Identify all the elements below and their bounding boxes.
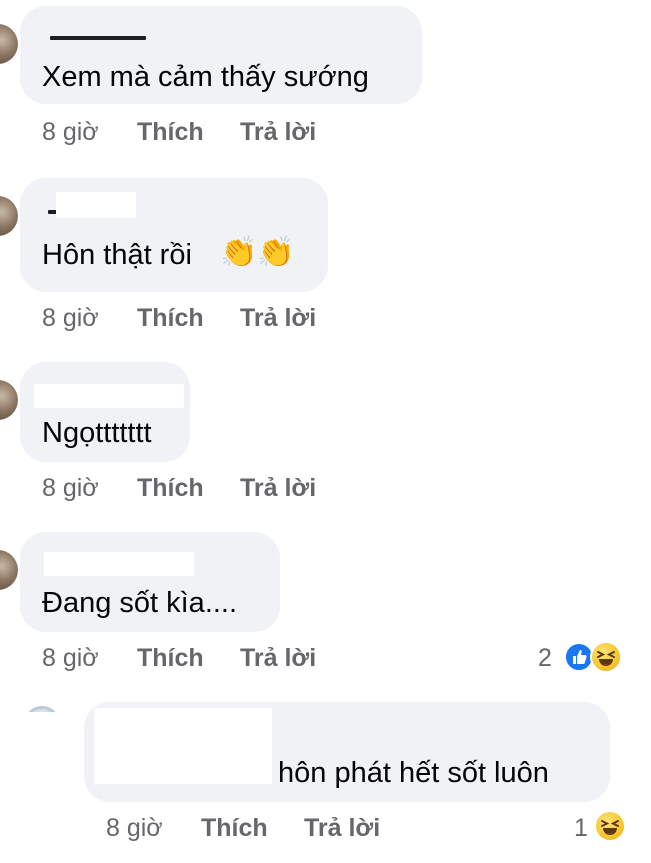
comment-text: Ngọttttttt: [42, 417, 152, 449]
comment-bubble: Xem mà cảm thấy sướng: [20, 6, 422, 104]
haha-icon: [594, 810, 626, 842]
clapping-hands-icon: 👏👏: [220, 236, 295, 269]
name-redaction: [56, 192, 136, 218]
comment-time[interactable]: 8 giờ: [42, 473, 99, 503]
comment-bubble: Hôn thật rồi 👏👏: [20, 178, 328, 292]
like-button[interactable]: Thích: [201, 813, 268, 843]
comment-time[interactable]: 8 giờ: [42, 117, 99, 147]
reply-button[interactable]: Trả lời: [240, 643, 316, 673]
like-button[interactable]: Thích: [137, 303, 204, 333]
reply-button[interactable]: Trả lời: [240, 473, 316, 503]
reaction-count: 1: [574, 814, 588, 842]
comment-text: Xem mà cảm thấy sướng: [42, 61, 369, 93]
comment-time[interactable]: 8 giờ: [42, 303, 99, 333]
comment-bubble: hôn phát hết sốt luôn: [84, 702, 610, 802]
like-button[interactable]: Thích: [137, 643, 204, 673]
like-button[interactable]: Thích: [137, 473, 204, 503]
avatar[interactable]: [0, 196, 18, 236]
name-redaction: [50, 12, 160, 36]
comment-bubble: Đang sốt kìa....: [20, 532, 280, 632]
avatar[interactable]: [0, 550, 18, 590]
reaction-count: 2: [538, 644, 552, 672]
comment-bubble: Ngọttttttt: [20, 362, 190, 462]
comment-text: Hôn thật rồi: [42, 239, 192, 271]
like-button[interactable]: Thích: [137, 117, 204, 147]
commenter-name-redacted: [50, 36, 146, 40]
avatar[interactable]: [0, 24, 18, 64]
reply-button[interactable]: Trả lời: [240, 303, 316, 333]
name-redaction: [94, 708, 272, 784]
avatar-redaction: [20, 712, 68, 746]
reply-button[interactable]: Trả lời: [304, 813, 380, 843]
comment-text: Đang sốt kìa....: [42, 587, 238, 619]
name-redaction: [34, 384, 184, 408]
reply-button[interactable]: Trả lời: [240, 117, 316, 147]
name-redaction: [44, 552, 194, 576]
comment-time[interactable]: 8 giờ: [42, 643, 99, 673]
haha-icon: [590, 641, 622, 673]
reply-text: hôn phát hết sốt luôn: [278, 757, 549, 789]
avatar[interactable]: [0, 380, 18, 420]
comment-time[interactable]: 8 giờ: [106, 813, 163, 843]
